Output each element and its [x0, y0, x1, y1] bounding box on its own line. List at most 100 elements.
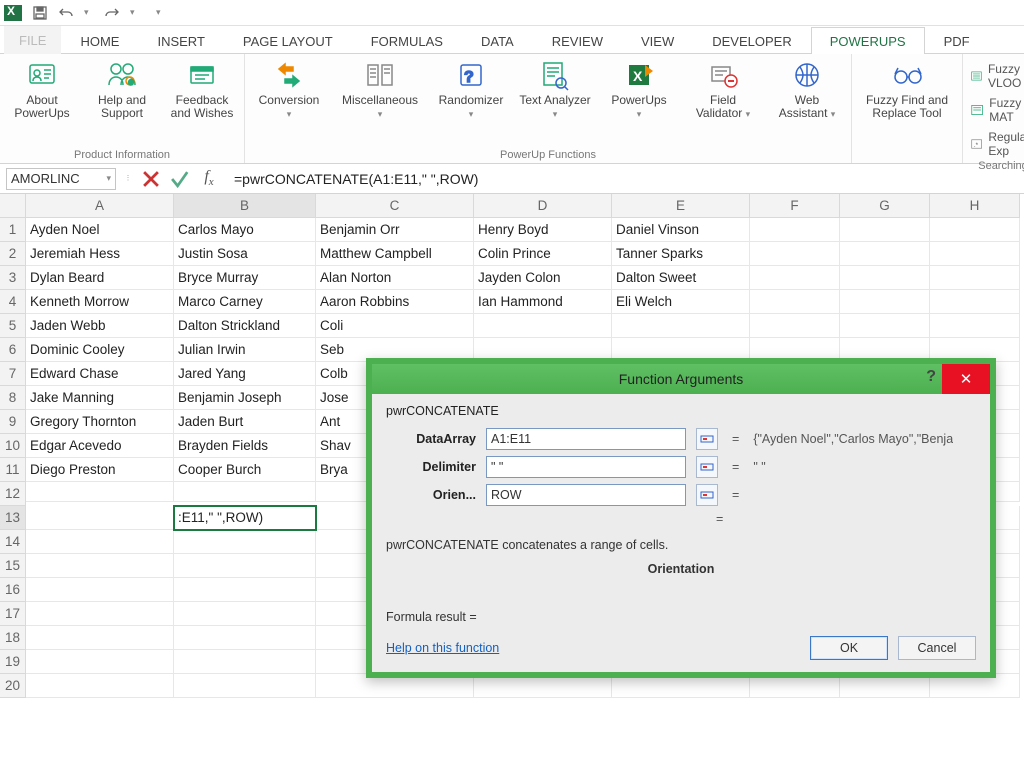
cell[interactable] — [174, 674, 316, 698]
cell[interactable] — [174, 554, 316, 578]
save-icon[interactable] — [32, 5, 48, 21]
cell[interactable] — [26, 626, 174, 650]
cell[interactable]: Jaden Burt — [174, 410, 316, 434]
column-header[interactable]: G — [840, 194, 930, 218]
cell[interactable]: Edward Chase — [26, 362, 174, 386]
cell[interactable] — [26, 554, 174, 578]
row-header[interactable]: 11 — [0, 458, 26, 482]
cell[interactable]: Dominic Cooley — [26, 338, 174, 362]
cell[interactable] — [750, 290, 840, 314]
miscellaneous-button[interactable]: Miscellaneous▾ — [337, 58, 423, 121]
cell[interactable] — [840, 314, 930, 338]
cell[interactable] — [174, 482, 316, 502]
undo-dropdown-icon[interactable]: ▾ — [84, 7, 94, 18]
row-header[interactable]: 20 — [0, 674, 26, 698]
cell[interactable] — [840, 218, 930, 242]
cell[interactable] — [26, 650, 174, 674]
row-header[interactable]: 5 — [0, 314, 26, 338]
cell[interactable]: Aaron Robbins — [316, 290, 474, 314]
cell[interactable] — [174, 602, 316, 626]
tab-file[interactable]: FILE — [4, 26, 61, 54]
cell[interactable]: Dalton Sweet — [612, 266, 750, 290]
dialog-titlebar[interactable]: Function Arguments ? ✕ — [372, 364, 990, 394]
dialog-close-button[interactable]: ✕ — [942, 364, 990, 394]
column-header[interactable]: C — [316, 194, 474, 218]
conversion-button[interactable]: Conversion▾ — [253, 58, 325, 121]
cell[interactable]: Gregory Thornton — [26, 410, 174, 434]
cancel-formula-icon[interactable] — [140, 168, 162, 190]
row-header[interactable]: 8 — [0, 386, 26, 410]
cell[interactable] — [840, 242, 930, 266]
cell[interactable]: Matthew Campbell — [316, 242, 474, 266]
cell[interactable] — [26, 578, 174, 602]
select-all-corner[interactable] — [0, 194, 26, 218]
cell[interactable] — [26, 530, 174, 554]
cell[interactable]: Jared Yang — [174, 362, 316, 386]
tab-home[interactable]: HOME — [61, 27, 138, 54]
cell[interactable]: Eli Welch — [612, 290, 750, 314]
cell[interactable]: Benjamin Joseph — [174, 386, 316, 410]
cell[interactable]: Marco Carney — [174, 290, 316, 314]
tab-view[interactable]: VIEW — [622, 27, 693, 54]
help-support-button[interactable]: @ Help and Support — [88, 58, 156, 120]
cell[interactable]: Cooper Burch — [174, 458, 316, 482]
dialog-help-icon[interactable]: ? — [926, 368, 936, 386]
cell[interactable]: Bryce Murray — [174, 266, 316, 290]
cell[interactable]: Julian Irwin — [174, 338, 316, 362]
cell[interactable]: Daniel Vinson — [612, 218, 750, 242]
row-header[interactable]: 16 — [0, 578, 26, 602]
cell[interactable]: Kenneth Morrow — [26, 290, 174, 314]
column-header[interactable]: D — [474, 194, 612, 218]
cell[interactable] — [474, 314, 612, 338]
cell[interactable]: Dylan Beard — [26, 266, 174, 290]
column-header[interactable]: B — [174, 194, 316, 218]
powerups-button[interactable]: X PowerUps▾ — [603, 58, 675, 121]
enter-formula-icon[interactable] — [168, 168, 190, 190]
cancel-button[interactable]: Cancel — [898, 636, 976, 660]
cell[interactable]: Jeremiah Hess — [26, 242, 174, 266]
randomizer-button[interactable]: ? Randomizer▾ — [435, 58, 507, 121]
qat-customize-dropdown-icon[interactable]: ▾ — [156, 7, 166, 18]
name-box[interactable]: AMORLINC ▾ — [6, 168, 116, 190]
arg-dataarray-input[interactable]: A1:E11 — [486, 428, 686, 450]
cell[interactable] — [750, 314, 840, 338]
column-header[interactable]: A — [26, 194, 174, 218]
cell[interactable] — [930, 314, 1020, 338]
cell[interactable] — [612, 314, 750, 338]
column-header[interactable]: E — [612, 194, 750, 218]
collapse-dialog-icon[interactable] — [696, 428, 718, 450]
row-header[interactable]: 3 — [0, 266, 26, 290]
row-header[interactable]: 19 — [0, 650, 26, 674]
row-header[interactable]: 9 — [0, 410, 26, 434]
cell[interactable] — [840, 290, 930, 314]
undo-icon[interactable] — [58, 5, 74, 21]
cell[interactable]: Edgar Acevedo — [26, 434, 174, 458]
cell[interactable] — [26, 482, 174, 502]
tab-page-layout[interactable]: PAGE LAYOUT — [224, 27, 352, 54]
cell[interactable] — [750, 266, 840, 290]
row-header[interactable]: 7 — [0, 362, 26, 386]
fuzzy-vlookup-button[interactable]: Fuzzy VLOO — [971, 62, 1024, 90]
tab-developer[interactable]: DEVELOPER — [693, 27, 810, 54]
formula-expand-icon[interactable]: ⋮ — [122, 176, 134, 181]
cell[interactable]: Dalton Strickland — [174, 314, 316, 338]
cell[interactable] — [930, 218, 1020, 242]
row-header[interactable]: 1 — [0, 218, 26, 242]
cell[interactable] — [174, 578, 316, 602]
cell[interactable] — [750, 242, 840, 266]
about-powerups-button[interactable]: About PowerUps — [8, 58, 76, 120]
cell[interactable] — [750, 218, 840, 242]
cell[interactable]: Ian Hammond — [474, 290, 612, 314]
ok-button[interactable]: OK — [810, 636, 888, 660]
row-header[interactable]: 12 — [0, 482, 26, 506]
collapse-dialog-icon[interactable] — [696, 456, 718, 478]
formula-input[interactable]: =pwrCONCATENATE(A1:E11," ",ROW) — [228, 171, 1018, 187]
column-header[interactable]: H — [930, 194, 1020, 218]
cell[interactable] — [174, 626, 316, 650]
redo-dropdown-icon[interactable]: ▾ — [130, 7, 140, 18]
regular-expr-button[interactable]: .* Regular Exp — [971, 130, 1024, 158]
row-header[interactable]: 17 — [0, 602, 26, 626]
tab-insert[interactable]: INSERT — [138, 27, 223, 54]
arg-delimiter-input[interactable]: " " — [486, 456, 686, 478]
cell[interactable]: Colin Prince — [474, 242, 612, 266]
